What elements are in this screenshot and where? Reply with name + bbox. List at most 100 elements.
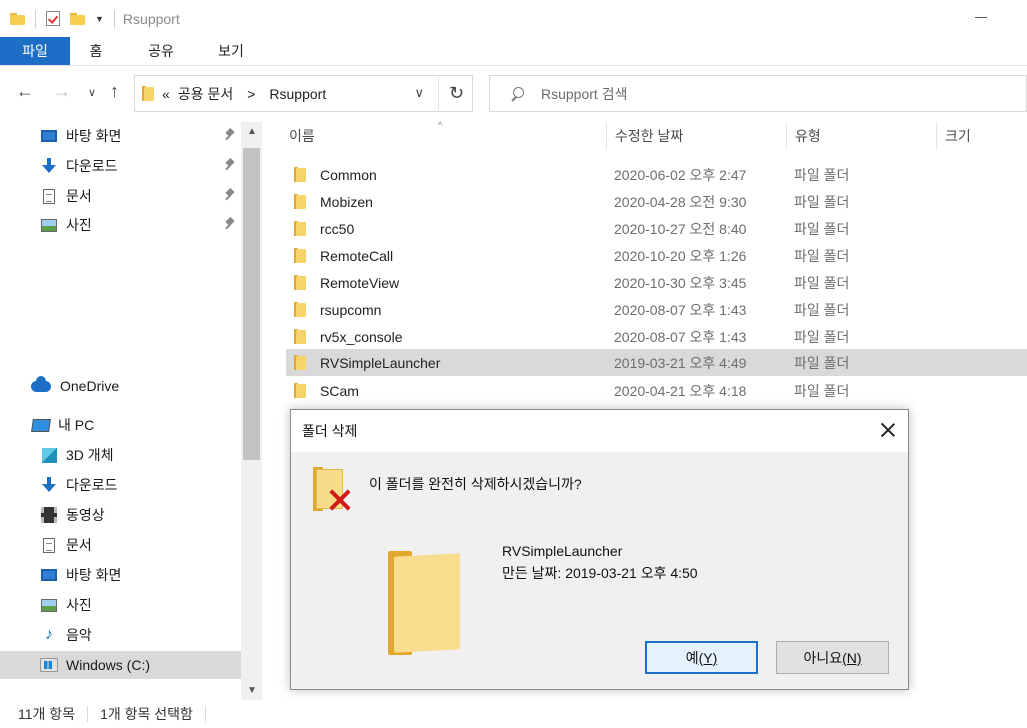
sidebar-item-label: Windows (C:) (66, 657, 151, 673)
sidebar-item-downloads-pc[interactable]: 다운로드 (0, 471, 241, 499)
column-header-type[interactable]: 유형 (786, 122, 936, 150)
table-row[interactable]: rcc50 2020-10-27 오전 8:40 파일 폴더 (286, 215, 1027, 242)
folder-icon (294, 329, 306, 344)
document-icon (40, 537, 58, 553)
breadcrumb-rsupport[interactable]: Rsupport (269, 86, 326, 102)
no-shortcut: (N) (842, 649, 862, 666)
table-row[interactable]: RemoteView 2020-10-30 오후 3:45 파일 폴더 (286, 269, 1027, 296)
tab-view[interactable]: 보기 (200, 37, 262, 65)
forward-arrow-icon[interactable]: → (53, 81, 71, 102)
sidebar-item-pictures[interactable]: 사진 (0, 211, 241, 239)
navigation-pane: 바탕 화면 다운로드 문서 사진 OneDrive 내 PC 3D 개체 다운로… (0, 122, 262, 700)
recent-locations-chevron-icon[interactable]: ∨ (88, 86, 96, 99)
close-icon[interactable] (880, 422, 896, 438)
folder-icon (142, 86, 154, 101)
tab-share[interactable]: 공유 (122, 37, 200, 65)
ribbon-tabs: 파일 홈 공유 보기 (0, 37, 1027, 66)
sidebar-item-label: 바탕 화면 (66, 128, 122, 144)
column-header-size[interactable]: 크기 (936, 122, 1027, 150)
no-button[interactable]: 아니요 (N) (776, 641, 889, 674)
breadcrumb-separator-icon[interactable]: > (247, 86, 255, 102)
title-bar: ▼ Rsupport (0, 0, 1027, 37)
table-row-selected[interactable]: RVSimpleLauncher 2019-03-21 오후 4:49 파일 폴… (286, 349, 1027, 376)
sidebar-item-label: 사진 (66, 597, 92, 613)
sidebar-item-documents[interactable]: 문서 (0, 182, 241, 210)
refresh-button[interactable]: ↻ (438, 75, 474, 112)
search-input[interactable]: Rsupport 검색 (541, 84, 627, 104)
folder-icon (294, 221, 306, 236)
window-title: Rsupport (122, 10, 180, 27)
sidebar-item-label: 사진 (66, 217, 92, 233)
desktop-icon (40, 567, 58, 583)
sidebar-item-windows-c[interactable]: Windows (C:) (0, 651, 241, 679)
sidebar-scrollbar[interactable]: ▲ ▼ (241, 122, 262, 700)
sidebar-item-label: 3D 개체 (66, 447, 114, 463)
path-overflow[interactable]: « (162, 86, 170, 102)
customize-dropdown-icon[interactable]: ▼ (95, 14, 104, 24)
scrollbar-thumb[interactable] (243, 148, 260, 460)
sidebar-item-videos[interactable]: 동영상 (0, 501, 241, 529)
sidebar-item-downloads[interactable]: 다운로드 (0, 152, 241, 180)
pin-icon (225, 159, 235, 171)
dialog-title: 폴더 삭제 (302, 423, 358, 439)
drive-icon (40, 657, 58, 673)
folder-icon (294, 248, 306, 263)
file-date: 2020-06-02 오후 2:47 (614, 166, 747, 183)
tab-home[interactable]: 홈 (70, 37, 122, 65)
file-date: 2020-04-21 오후 4:18 (614, 382, 747, 399)
table-row[interactable]: SCam 2020-04-21 오후 4:18 파일 폴더 (286, 377, 1027, 404)
folder-icon (294, 383, 306, 398)
file-type: 파일 폴더 (794, 328, 850, 345)
breadcrumb-public-documents[interactable]: 공용 문서 (178, 84, 233, 104)
sidebar-item-label: 문서 (66, 537, 92, 553)
status-bar: 11개 항목 1개 항목 선택함 (0, 700, 1027, 728)
sidebar-item-desktop-pc[interactable]: 바탕 화면 (0, 561, 241, 589)
file-type: 파일 폴더 (794, 274, 850, 291)
sidebar-item-3d-objects[interactable]: 3D 개체 (0, 441, 241, 469)
scroll-down-icon[interactable]: ▼ (247, 685, 257, 696)
sidebar-item-label: 음악 (66, 627, 92, 643)
scroll-up-icon[interactable]: ▲ (247, 126, 257, 137)
address-bar[interactable]: « 공용 문서 > Rsupport ∨ (134, 75, 473, 112)
table-row[interactable]: Common 2020-06-02 오후 2:47 파일 폴더 (286, 161, 1027, 188)
file-name: rv5x_console (320, 328, 403, 345)
divider (87, 706, 89, 722)
sidebar-item-pictures-pc[interactable]: 사진 (0, 591, 241, 619)
file-type: 파일 폴더 (794, 220, 850, 237)
table-row[interactable]: rv5x_console 2020-08-07 오후 1:43 파일 폴더 (286, 323, 1027, 350)
column-header-name[interactable]: 이름 (281, 122, 606, 150)
table-row[interactable]: rsupcomn 2020-08-07 오후 1:43 파일 폴더 (286, 296, 1027, 323)
address-dropdown-chevron-icon[interactable]: ∨ (414, 85, 424, 101)
folder-icon (294, 275, 306, 290)
back-arrow-icon[interactable]: ← (16, 81, 34, 102)
divider (204, 706, 206, 722)
table-row[interactable]: Mobizen 2020-04-28 오전 9:30 파일 폴더 (286, 188, 1027, 215)
delete-folder-dialog: 폴더 삭제 이 폴더를 완전히 삭제하시겠습니까? RVSimpleLaunch… (290, 409, 909, 690)
sidebar-item-this-pc[interactable]: 내 PC (0, 411, 241, 439)
desktop-icon (40, 128, 58, 144)
file-name: RemoteCall (320, 247, 394, 264)
sidebar-item-label: 문서 (66, 188, 92, 204)
table-row[interactable]: RemoteCall 2020-10-20 오후 1:26 파일 폴더 (286, 242, 1027, 269)
tab-file[interactable]: 파일 (0, 37, 70, 65)
file-name: RemoteView (320, 274, 400, 291)
column-header-date-modified[interactable]: 수정한 날짜 (606, 122, 786, 150)
music-icon: ♪ (45, 626, 53, 643)
new-folder-icon[interactable] (70, 12, 85, 25)
search-box[interactable]: Rsupport 검색 (489, 75, 1027, 112)
yes-button[interactable]: 예 (Y) (645, 641, 758, 674)
file-name: SCam (320, 382, 359, 399)
file-type: 파일 폴더 (794, 354, 850, 371)
3d-objects-icon (40, 447, 58, 463)
sidebar-item-label: 바탕 화면 (66, 567, 122, 583)
sidebar-item-music[interactable]: ♪ 음악 (0, 621, 241, 649)
minimize-button[interactable] (975, 17, 987, 18)
pictures-icon (40, 217, 58, 233)
sidebar-item-documents-pc[interactable]: 문서 (0, 531, 241, 559)
sidebar-item-onedrive[interactable]: OneDrive (0, 372, 241, 400)
properties-icon[interactable] (46, 11, 60, 26)
sidebar-item-desktop[interactable]: 바탕 화면 (0, 122, 241, 150)
file-date: 2020-04-28 오전 9:30 (614, 193, 747, 210)
folder-icon (294, 355, 306, 370)
up-arrow-icon[interactable]: ↑ (110, 81, 119, 102)
